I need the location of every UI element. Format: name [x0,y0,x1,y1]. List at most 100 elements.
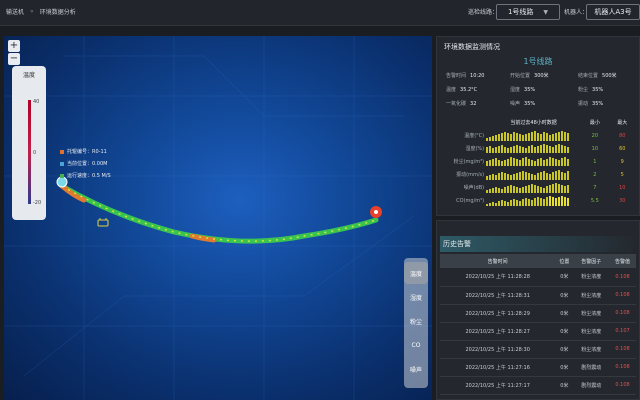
robot-icon [97,218,109,227]
trend-sparkline [486,155,581,168]
info-speed: 运行速度：0.5 M/S [60,172,111,179]
metric-button-dust[interactable]: 粉尘 [404,310,428,332]
metric-button-co[interactable]: CO [404,334,428,356]
table-row[interactable]: 2022/10/25 上午 11:28:30 0米 粉尘浓度 0.108 [440,340,636,359]
info-roller-id: 托辊编号：R0-11 [60,148,107,155]
metric-button-humidity[interactable]: 湿度 [404,286,428,308]
table-row[interactable]: 2022/10/25 上午 11:27:16 0米 剧烈震动 0.108 [440,358,636,377]
factor-cell: 粉尘浓度 [573,322,610,341]
field-temperature: 温度 35.2°C [446,87,478,93]
position-cell: 0米 [555,286,574,305]
trend-row-min: 1 [593,158,597,165]
trend-row-max: 80 [619,132,626,139]
trend-row-min: 20 [591,132,599,139]
info-label: 运行速度：0.5 M/S [67,173,111,179]
trend-sparkline [486,168,581,181]
trend-row-min: 7 [593,184,597,191]
alarm-time-cell: 2022/10/25 上午 11:28:31 [440,286,556,305]
track-warning-segment-1 [59,183,87,203]
trend-row: 温度(°C) 20 80 [446,129,636,142]
trend-header-trend: 当前过去48小时数据 [510,120,557,126]
table-row[interactable]: 2022/10/25 上午 11:28:28 0米 粉尘浓度 0.108 [440,268,636,287]
table-row[interactable]: 2022/10/25 上午 11:28:29 0米 粉尘浓度 0.108 [440,304,636,323]
field-noise: 噪声 35% [510,101,536,107]
table-row[interactable]: 2022/10/25 上午 11:27:17 0米 剧烈震动 0.108 [440,376,636,395]
value-cell: 0.108 [609,358,636,377]
trend-header-max: 最大 [617,120,628,126]
factor-cell: 粉尘浓度 [573,304,610,323]
value-cell: 0.108 [609,286,636,305]
info-swatch [60,161,64,166]
monitor-route: 1号线路 [523,57,553,66]
alarm-time-cell: 2022/10/25 上午 11:28:28 [440,268,556,287]
history-table[interactable]: 告警时间 位置 告警因子 告警值 2022/10/25 上午 11:28:28 0… [440,254,636,395]
info-position: 当前位置：0.00M [60,160,107,167]
map-view[interactable]: + − 温度 40 0 -20 托辊编号：R0-11 当前位置：0.00M 运行… [4,36,432,400]
breadcrumb-root[interactable]: 输送机 [6,7,24,16]
trend-row-max: 60 [619,145,626,152]
trend-row-max: 9 [620,158,624,165]
field-vibration: 振动 35% [578,101,604,107]
value-cell: 0.108 [609,376,636,395]
position-cell: 0米 [555,376,574,395]
trend-row: 粉尘(mg/m³) 1 9 [446,155,636,168]
route-select[interactable]: 1号线路 ▼ [496,4,560,20]
trend-header-name [446,116,486,129]
zoom-in-button[interactable]: + [8,40,20,52]
factor-cell: 粉尘浓度 [573,340,610,359]
info-label: 当前位置：0.00M [67,161,108,167]
position-cell: 0米 [555,322,574,341]
trend-row-name: 噪声(dB) [463,185,485,191]
zoom-out-button[interactable]: − [8,53,20,65]
table-row[interactable]: 2022/10/25 上午 11:28:27 0米 粉尘浓度 0.107 [440,322,636,341]
track-layer [56,176,382,244]
route-label: 巡检线路： [468,9,499,16]
legend-color-bar [28,100,31,204]
robot-select-value: 机器人A3号 [594,8,632,16]
position-cell: 0米 [555,304,574,323]
factor-cell: 粉尘浓度 [573,268,610,287]
position-cell: 0米 [555,340,574,359]
top-bar: 输送机 » 环境数据分析 巡检线路： 1号线路 ▼ 机器人： 机器人A3号 [0,0,640,26]
field-alarm-time: 告警时间 10:20 [446,73,485,79]
metric-button-temperature[interactable]: 温度 [404,262,428,284]
trend-row: 噪声(dB) 7 10 [446,181,636,194]
info-swatch [60,173,64,178]
robot-select[interactable]: 机器人A3号 [586,4,640,20]
alarm-time-cell: 2022/10/25 上午 11:27:17 [440,376,556,395]
factor-cell: 剧烈震动 [573,358,610,377]
metric-switcher: 温度 湿度 粉尘 CO 噪声 [404,258,428,388]
field-dust: 粉尘 35% [578,87,604,93]
end-marker-icon[interactable] [370,206,382,218]
trend-row-name: 湿度(%) [465,146,485,152]
trend-row-name: 温度(°C) [464,133,485,139]
legend-min: -20 [33,200,42,206]
trend-row-max: 5 [620,171,624,178]
breadcrumb-separator: » [30,8,34,15]
value-cell: 0.108 [609,268,636,287]
alarm-time-cell: 2022/10/25 上午 11:28:30 [440,340,556,359]
legend-zero: 0 [33,150,37,156]
history-col-position: 位置 [555,254,574,268]
trend-row-max: 10 [619,184,626,191]
trend-row-name: 振动(mm/s) [456,172,485,178]
conveyor-track [59,183,379,244]
temperature-legend: 温度 40 0 -20 [12,66,46,220]
alarm-time-cell: 2022/10/25 上午 11:28:29 [440,304,556,323]
info-label: 托辊编号：R0-11 [67,149,107,155]
metric-button-noise[interactable]: 噪声 [404,358,428,380]
trend-row-min: 10 [591,145,599,152]
value-cell: 0.108 [609,304,636,323]
trend-row-name: 粉尘(mg/m³) [453,159,485,165]
chevron-down-icon: ▼ [543,8,549,16]
table-row[interactable]: 2022/10/25 上午 11:28:31 0米 粉尘浓度 0.108 [440,286,636,305]
breadcrumb: 输送机 » 环境数据分析 [6,7,76,16]
trend-row-min: 2 [593,171,597,178]
trend-row-min: 5.5 [590,197,599,204]
field-start-position: 开始位置 300米 [510,73,549,79]
field-humidity: 湿度 35% [510,87,536,93]
history-col-value: 告警值 [609,254,636,268]
trend-sparkline [486,194,581,207]
history-col-time: 告警时间 [440,254,556,268]
factor-cell: 粉尘浓度 [573,286,610,305]
